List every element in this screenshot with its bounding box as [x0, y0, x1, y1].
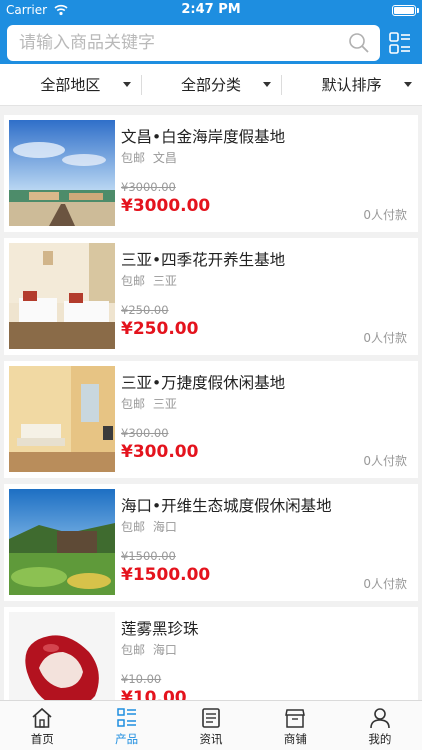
- paid-count: 0人付款: [363, 331, 407, 345]
- caret-down-icon: [404, 82, 413, 87]
- original-price: ¥1500.00: [121, 549, 176, 563]
- paid-count: 0人付款: [363, 577, 407, 591]
- product-meta: 包邮 三亚: [121, 395, 177, 412]
- product-meta: 包邮 文昌: [121, 149, 177, 166]
- price: ¥250.00: [121, 319, 199, 339]
- product-title[interactable]: 三亚•万捷度假休闲基地: [121, 371, 285, 393]
- paid-count: 0人付款: [363, 208, 407, 222]
- product-title[interactable]: 海口•开维生态城度假休闲基地: [121, 494, 332, 516]
- location-label: 文昌: [152, 151, 177, 165]
- filter-sort[interactable]: 默认排序: [281, 64, 422, 105]
- store-icon: [285, 709, 306, 728]
- product-image: [9, 489, 115, 595]
- shipping-label: 包邮: [121, 520, 146, 534]
- tab-store-label: 商铺: [283, 732, 307, 746]
- tab-news-label: 资讯: [199, 732, 223, 746]
- original-price: ¥300.00: [121, 426, 169, 440]
- status-bar: Carrier 2:47 PM: [0, 0, 422, 20]
- product-title[interactable]: 莲雾黑珍珠: [121, 617, 199, 639]
- product-meta: 包邮 海口: [121, 518, 177, 535]
- shipping-label: 包邮: [121, 151, 146, 165]
- tab-home[interactable]: 首页: [0, 701, 84, 750]
- category-menu-icon[interactable]: [388, 31, 412, 55]
- shipping-label: 包邮: [121, 274, 146, 288]
- location-label: 海口: [152, 520, 177, 534]
- caret-down-icon: [122, 82, 131, 87]
- tab-bar: 首页 产品 资讯 商铺 我的: [0, 700, 422, 750]
- list-icon: [116, 708, 136, 727]
- search-row: [0, 25, 422, 61]
- news-icon: [202, 708, 220, 728]
- shipping-label: 包邮: [121, 397, 146, 411]
- product-card[interactable]: 三亚•四季花开养生基地 包邮 三亚 ¥250.00 ¥250.00 0人付款: [4, 238, 418, 355]
- product-card[interactable]: 文昌•白金海岸度假基地 包邮 文昌 ¥3000.00 ¥3000.00 0人付款: [4, 115, 418, 232]
- location-label: 三亚: [152, 397, 177, 411]
- price: ¥300.00: [121, 442, 199, 462]
- user-icon: [370, 708, 390, 729]
- original-price: ¥10.00: [121, 672, 162, 686]
- filter-category-label: 全部分类: [181, 76, 242, 94]
- paid-count: 0人付款: [363, 454, 407, 468]
- tab-news[interactable]: 资讯: [169, 701, 253, 750]
- caret-down-icon: [263, 82, 272, 87]
- price: ¥1500.00: [121, 565, 211, 585]
- product-title[interactable]: 三亚•四季花开养生基地: [121, 248, 285, 270]
- filter-category[interactable]: 全部分类: [140, 64, 282, 105]
- clock: 2:47 PM: [181, 2, 241, 17]
- filter-region[interactable]: 全部地区: [0, 64, 141, 105]
- header: Carrier 2:47 PM: [0, 0, 422, 64]
- battery-cap: [417, 8, 419, 13]
- product-image: [9, 243, 115, 349]
- tab-products[interactable]: 产品: [84, 701, 168, 750]
- product-meta: 包邮 三亚: [121, 272, 177, 289]
- filter-sort-label: 默认排序: [321, 76, 382, 94]
- filter-region-label: 全部地区: [40, 76, 101, 94]
- location-label: 三亚: [152, 274, 177, 288]
- location-label: 海口: [152, 643, 177, 657]
- search-box[interactable]: [7, 25, 380, 61]
- original-price: ¥250.00: [121, 303, 169, 317]
- product-card[interactable]: 海口•开维生态城度假休闲基地 包邮 海口 ¥1500.00 ¥1500.00 0…: [4, 484, 418, 601]
- tab-me-label: 我的: [368, 732, 392, 746]
- tab-store[interactable]: 商铺: [253, 701, 337, 750]
- search-input[interactable]: [7, 25, 337, 61]
- home-icon: [32, 707, 52, 728]
- product-image: [9, 366, 115, 472]
- tab-me[interactable]: 我的: [338, 701, 422, 750]
- product-meta: 包邮 海口: [121, 641, 177, 658]
- shipping-label: 包邮: [121, 643, 146, 657]
- product-card[interactable]: 三亚•万捷度假休闲基地 包邮 三亚 ¥300.00 ¥300.00 0人付款: [4, 361, 418, 478]
- tab-home-label: 首页: [30, 732, 54, 746]
- product-title[interactable]: 文昌•白金海岸度假基地: [121, 125, 285, 147]
- original-price: ¥3000.00: [121, 180, 176, 194]
- product-image: [9, 120, 115, 226]
- price: ¥3000.00: [121, 196, 211, 216]
- tab-products-label: 产品: [115, 732, 139, 746]
- filter-bar: 全部地区 全部分类 默认排序: [0, 64, 422, 106]
- search-icon[interactable]: [348, 32, 370, 54]
- battery-icon: [392, 5, 416, 16]
